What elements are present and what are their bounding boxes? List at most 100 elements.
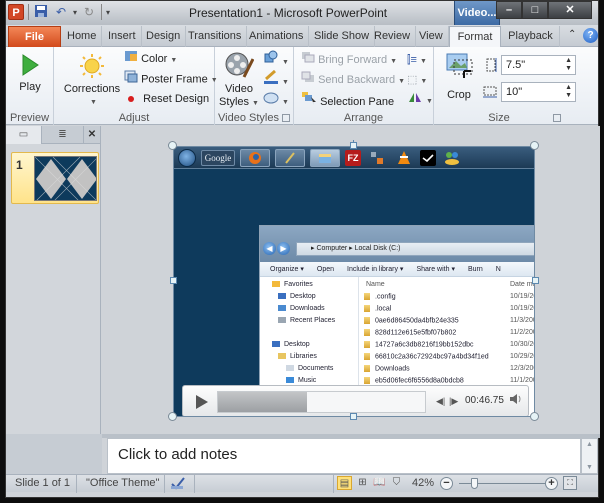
dialog-launcher-icon[interactable] [553, 114, 561, 122]
help-icon[interactable]: ? [583, 28, 598, 43]
rotate-button[interactable]: ▼ [407, 91, 433, 109]
network-app-icon [366, 149, 388, 167]
bring-forward-button[interactable]: Bring Forward ▼ [301, 51, 397, 69]
redo-icon[interactable]: ↻ [81, 4, 97, 20]
current-slide[interactable]: Google FZ ◀ ▶ ▸ Computer ▸ Local Disk (C… [173, 146, 535, 417]
spell-check-icon[interactable] [169, 475, 187, 494]
slide-sorter-view-button[interactable]: ⊞ [355, 476, 370, 490]
theme-name[interactable]: "Office Theme" [86, 477, 159, 489]
customize-qat-icon[interactable]: ▾ [106, 8, 110, 17]
tab-view[interactable]: View [414, 26, 449, 47]
slides-panel: ▭ ≣ ✕ 1 [6, 126, 101, 434]
notes-pane[interactable]: Click to add notes [107, 438, 581, 474]
tab-review[interactable]: Review [369, 26, 417, 47]
windows-start-icon [178, 148, 196, 167]
send-backward-button[interactable]: Send Backward ▼ [301, 71, 405, 89]
outline-tab[interactable]: ≣ [42, 126, 84, 144]
selection-pane-button[interactable]: Selection Pane [301, 91, 394, 109]
nav-item: Libraries [278, 353, 317, 360]
play-pause-icon[interactable] [196, 395, 208, 409]
undo-dropdown-icon[interactable]: ▾ [73, 8, 77, 17]
documents-icon [286, 365, 294, 372]
chevron-down-icon: ▼ [252, 100, 259, 107]
play-button[interactable]: Play [10, 53, 50, 94]
align-button[interactable]: ⫿≡ ▼ [407, 51, 427, 69]
bottom-center-handle[interactable] [350, 413, 357, 420]
width-spin-arrows[interactable]: ▲ ▼ [565, 84, 572, 100]
volume-icon[interactable] [509, 393, 523, 408]
nav-item: Favorites [272, 281, 313, 288]
zoom-level[interactable]: 42% [412, 477, 434, 489]
zoom-slider-thumb[interactable] [471, 478, 479, 489]
skip-forward-icon[interactable]: |▶ [449, 396, 458, 407]
slide-thumbnail[interactable] [34, 156, 97, 201]
tab-insert[interactable]: Insert [103, 26, 142, 47]
bring-forward-icon [302, 52, 315, 63]
crop-button[interactable]: Crop [439, 51, 479, 102]
video-styles-button[interactable]: Video Styles ▼ [219, 51, 259, 110]
collapse-ribbon-icon[interactable]: ⌃ [568, 29, 576, 40]
close-button[interactable]: ✕ [548, 1, 592, 19]
video-shape-button[interactable]: ▼ [263, 50, 289, 68]
bottom-left-handle[interactable] [168, 412, 177, 421]
group-arrange: Bring Forward ▼ Send Backward ▼ Selection … [294, 47, 434, 125]
window-title: Presentation1 - Microsoft PowerPoint [189, 6, 388, 20]
video-seek-bar[interactable] [217, 391, 426, 413]
powerpoint-logo-icon[interactable]: P [8, 4, 24, 20]
poster-frame-button[interactable]: Poster Frame ▼ [124, 70, 218, 88]
corrections-button[interactable]: Corrections ▼ [62, 53, 122, 109]
preview-group-label: Preview [9, 112, 50, 124]
slide-thumbnail-item[interactable]: 1 [11, 152, 99, 204]
reading-view-button[interactable]: 📖 [372, 476, 387, 490]
save-icon[interactable] [33, 4, 49, 20]
top-right-handle[interactable] [530, 141, 539, 150]
skip-back-icon[interactable]: ◀| [436, 396, 445, 407]
vlc-icon [393, 149, 415, 167]
normal-view-button[interactable]: ▤ [337, 476, 352, 490]
scroll-up-icon[interactable]: ▲ [586, 441, 593, 448]
adjust-group-label: Adjust [118, 112, 150, 124]
scroll-down-icon[interactable]: ▼ [586, 464, 593, 471]
status-divider [194, 475, 195, 493]
tab-animations[interactable]: Animations [244, 26, 310, 47]
tab-home[interactable]: Home [62, 26, 103, 47]
color-icon [124, 50, 138, 68]
video-effects-button[interactable]: ▼ [263, 90, 289, 108]
zoom-in-button[interactable]: + [545, 477, 558, 490]
nav-item: Downloads [278, 305, 325, 312]
slide-show-view-button[interactable]: ⛉ [389, 476, 404, 490]
file-date: 12/3/200 [510, 365, 535, 372]
color-button[interactable]: Color ▼ [124, 50, 177, 68]
minimize-button[interactable]: – [496, 1, 522, 19]
fit-to-window-button[interactable]: ⛶ [563, 476, 577, 490]
maximize-button[interactable]: □ [522, 1, 548, 19]
zoom-out-button[interactable]: − [440, 477, 453, 490]
dialog-launcher-icon[interactable] [282, 114, 290, 122]
undo-icon[interactable]: ↶ [53, 4, 69, 20]
notes-scrollbar[interactable]: ▲ ▼ [581, 438, 598, 474]
tab-playback[interactable]: Playback [502, 26, 560, 47]
poster-frame-icon [124, 70, 138, 89]
steam-icon [420, 149, 436, 166]
middle-left-handle[interactable] [170, 277, 177, 284]
bottom-right-handle[interactable] [530, 412, 539, 421]
middle-right-handle[interactable] [532, 277, 539, 284]
top-left-handle[interactable] [168, 141, 177, 150]
tab-design[interactable]: Design [141, 26, 187, 47]
reset-design-button[interactable]: Reset Design [126, 90, 209, 108]
close-panel-icon[interactable]: ✕ [84, 126, 101, 144]
tab-file[interactable]: File [8, 26, 61, 47]
messenger-icon [441, 149, 463, 167]
tab-format[interactable]: Format [449, 26, 501, 48]
height-spin-arrows[interactable]: ▲ ▼ [565, 57, 572, 73]
tab-slide-show[interactable]: Slide Show [309, 26, 376, 47]
shape-height-icon [484, 57, 498, 76]
group-objects-button[interactable]: ⬚ ▼ [407, 71, 427, 89]
tab-transitions[interactable]: Transitions [183, 26, 248, 47]
video-styles-label-2: Styles [219, 96, 250, 108]
slides-tab[interactable]: ▭ [6, 126, 42, 144]
top-center-handle[interactable] [350, 142, 357, 149]
video-border-button[interactable]: ▼ [263, 69, 289, 88]
width-input[interactable]: 10" ▲ ▼ [501, 82, 576, 102]
height-input[interactable]: 7.5" ▲ ▼ [501, 55, 576, 75]
